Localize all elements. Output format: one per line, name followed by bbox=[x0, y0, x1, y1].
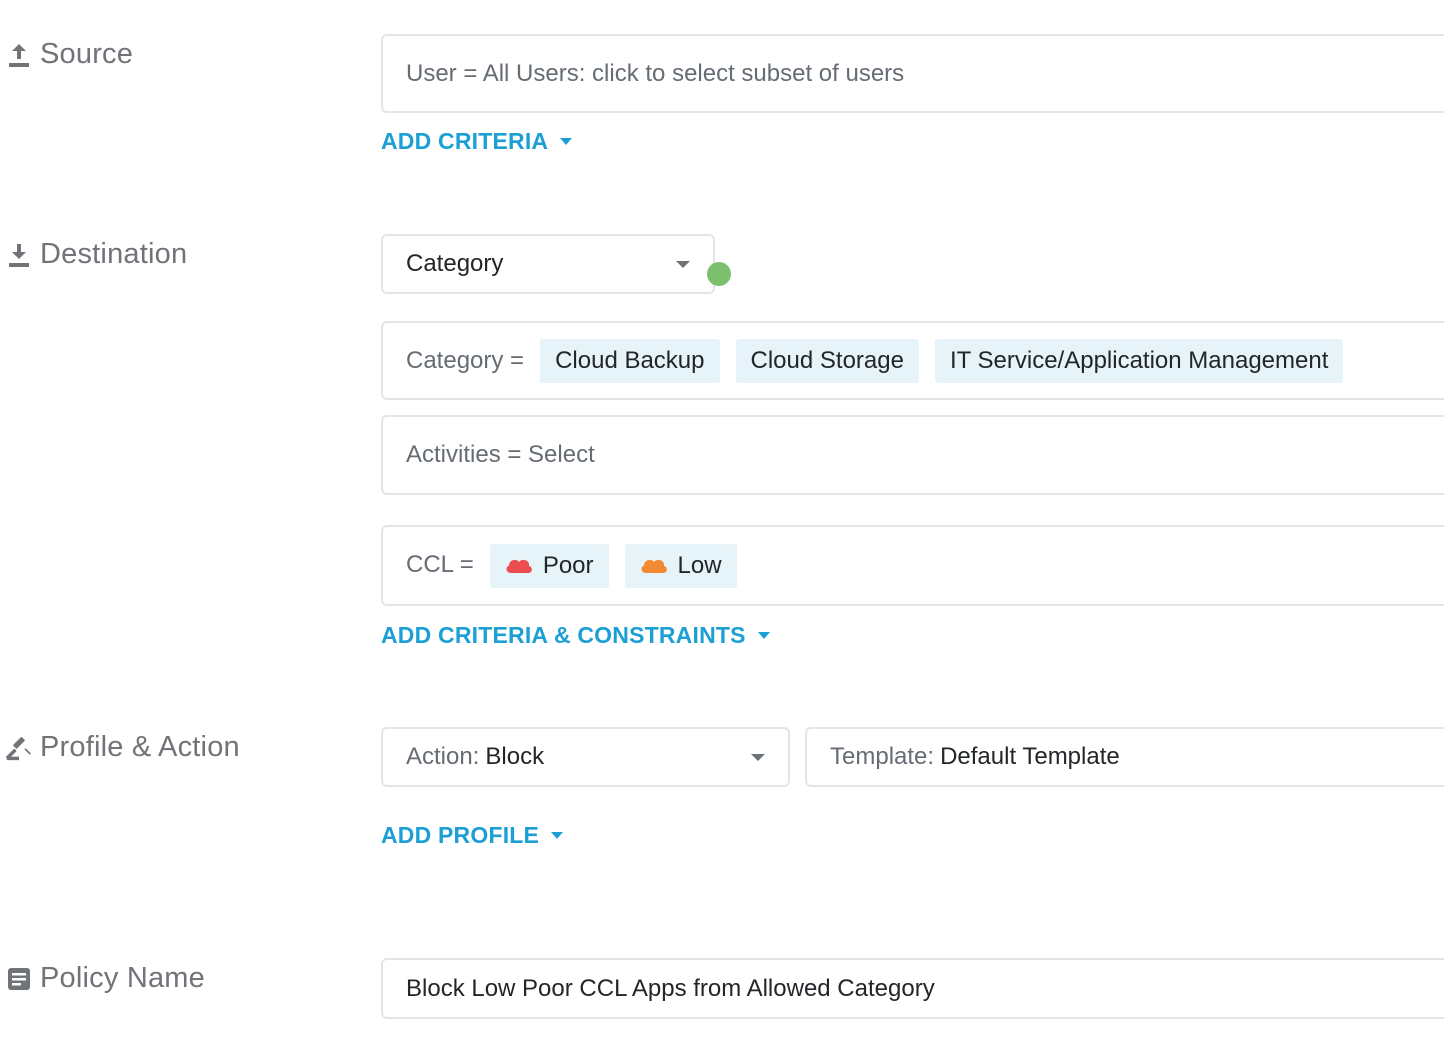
source-user-text: User = All Users: click to select subset… bbox=[406, 59, 905, 87]
category-prefix: Category = bbox=[406, 346, 525, 374]
profile-action-title: Profile & Action bbox=[40, 731, 240, 763]
chevron-down-icon bbox=[560, 138, 573, 145]
ccl-chip-label: Low bbox=[677, 551, 722, 579]
chevron-down-icon bbox=[551, 832, 564, 839]
destination-label: Destination bbox=[6, 238, 187, 271]
upload-icon bbox=[6, 42, 32, 68]
chevron-down-icon bbox=[751, 754, 765, 761]
add-criteria-constraints-label: ADD CRITERIA & CONSTRAINTS bbox=[381, 622, 746, 648]
ccl-chip-label: Poor bbox=[542, 551, 594, 579]
chevron-down-icon bbox=[757, 632, 770, 639]
add-criteria-button[interactable]: ADD CRITERIA bbox=[381, 128, 573, 155]
add-profile-label: ADD PROFILE bbox=[381, 822, 540, 848]
cloud-icon bbox=[640, 552, 668, 580]
ccl-chip-low[interactable]: Low bbox=[624, 543, 737, 588]
category-chip[interactable]: IT Service/Application Management bbox=[934, 338, 1344, 383]
add-criteria-label: ADD CRITERIA bbox=[381, 128, 549, 154]
add-criteria-constraints-button[interactable]: ADD CRITERIA & CONSTRAINTS bbox=[381, 622, 770, 649]
source-user-field[interactable]: User = All Users: click to select subset… bbox=[381, 34, 1444, 113]
activities-text: Activities = Select bbox=[406, 441, 595, 468]
ccl-field[interactable]: CCL = Poor Low bbox=[381, 525, 1444, 606]
activities-field[interactable]: Activities = Select bbox=[381, 415, 1444, 495]
category-field[interactable]: Category = Cloud Backup Cloud Storage IT… bbox=[381, 321, 1444, 400]
policy-name-value: Block Low Poor CCL Apps from Allowed Cat… bbox=[406, 974, 935, 1002]
download-icon bbox=[6, 242, 32, 268]
chevron-down-icon bbox=[676, 261, 690, 268]
ccl-chip-poor[interactable]: Poor bbox=[489, 543, 609, 588]
policy-name-label: Policy Name bbox=[6, 962, 205, 995]
policy-name-input[interactable]: Block Low Poor CCL Apps from Allowed Cat… bbox=[381, 958, 1444, 1019]
template-value: Default Template bbox=[940, 743, 1120, 770]
ccl-prefix: CCL = bbox=[406, 550, 474, 578]
policy-name-title: Policy Name bbox=[40, 962, 205, 994]
action-value: Block bbox=[485, 743, 545, 770]
destination-type-select[interactable]: Category bbox=[381, 234, 715, 294]
destination-type-value: Category bbox=[406, 250, 504, 277]
gavel-icon bbox=[6, 735, 32, 761]
action-select[interactable]: Action: Block bbox=[381, 727, 790, 787]
category-chip[interactable]: Cloud Storage bbox=[735, 338, 919, 383]
document-icon bbox=[6, 966, 32, 992]
template-select[interactable]: Template: Default Template bbox=[805, 727, 1444, 787]
category-chip[interactable]: Cloud Backup bbox=[540, 338, 720, 383]
source-label: Source bbox=[6, 38, 133, 71]
action-label: Action: bbox=[406, 743, 480, 770]
profile-action-label: Profile & Action bbox=[6, 731, 240, 764]
add-profile-button[interactable]: ADD PROFILE bbox=[381, 822, 564, 849]
destination-title: Destination bbox=[40, 238, 188, 270]
cloud-icon bbox=[505, 552, 533, 580]
template-label: Template: bbox=[830, 743, 935, 770]
source-title: Source bbox=[40, 38, 134, 70]
status-indicator bbox=[707, 262, 731, 286]
